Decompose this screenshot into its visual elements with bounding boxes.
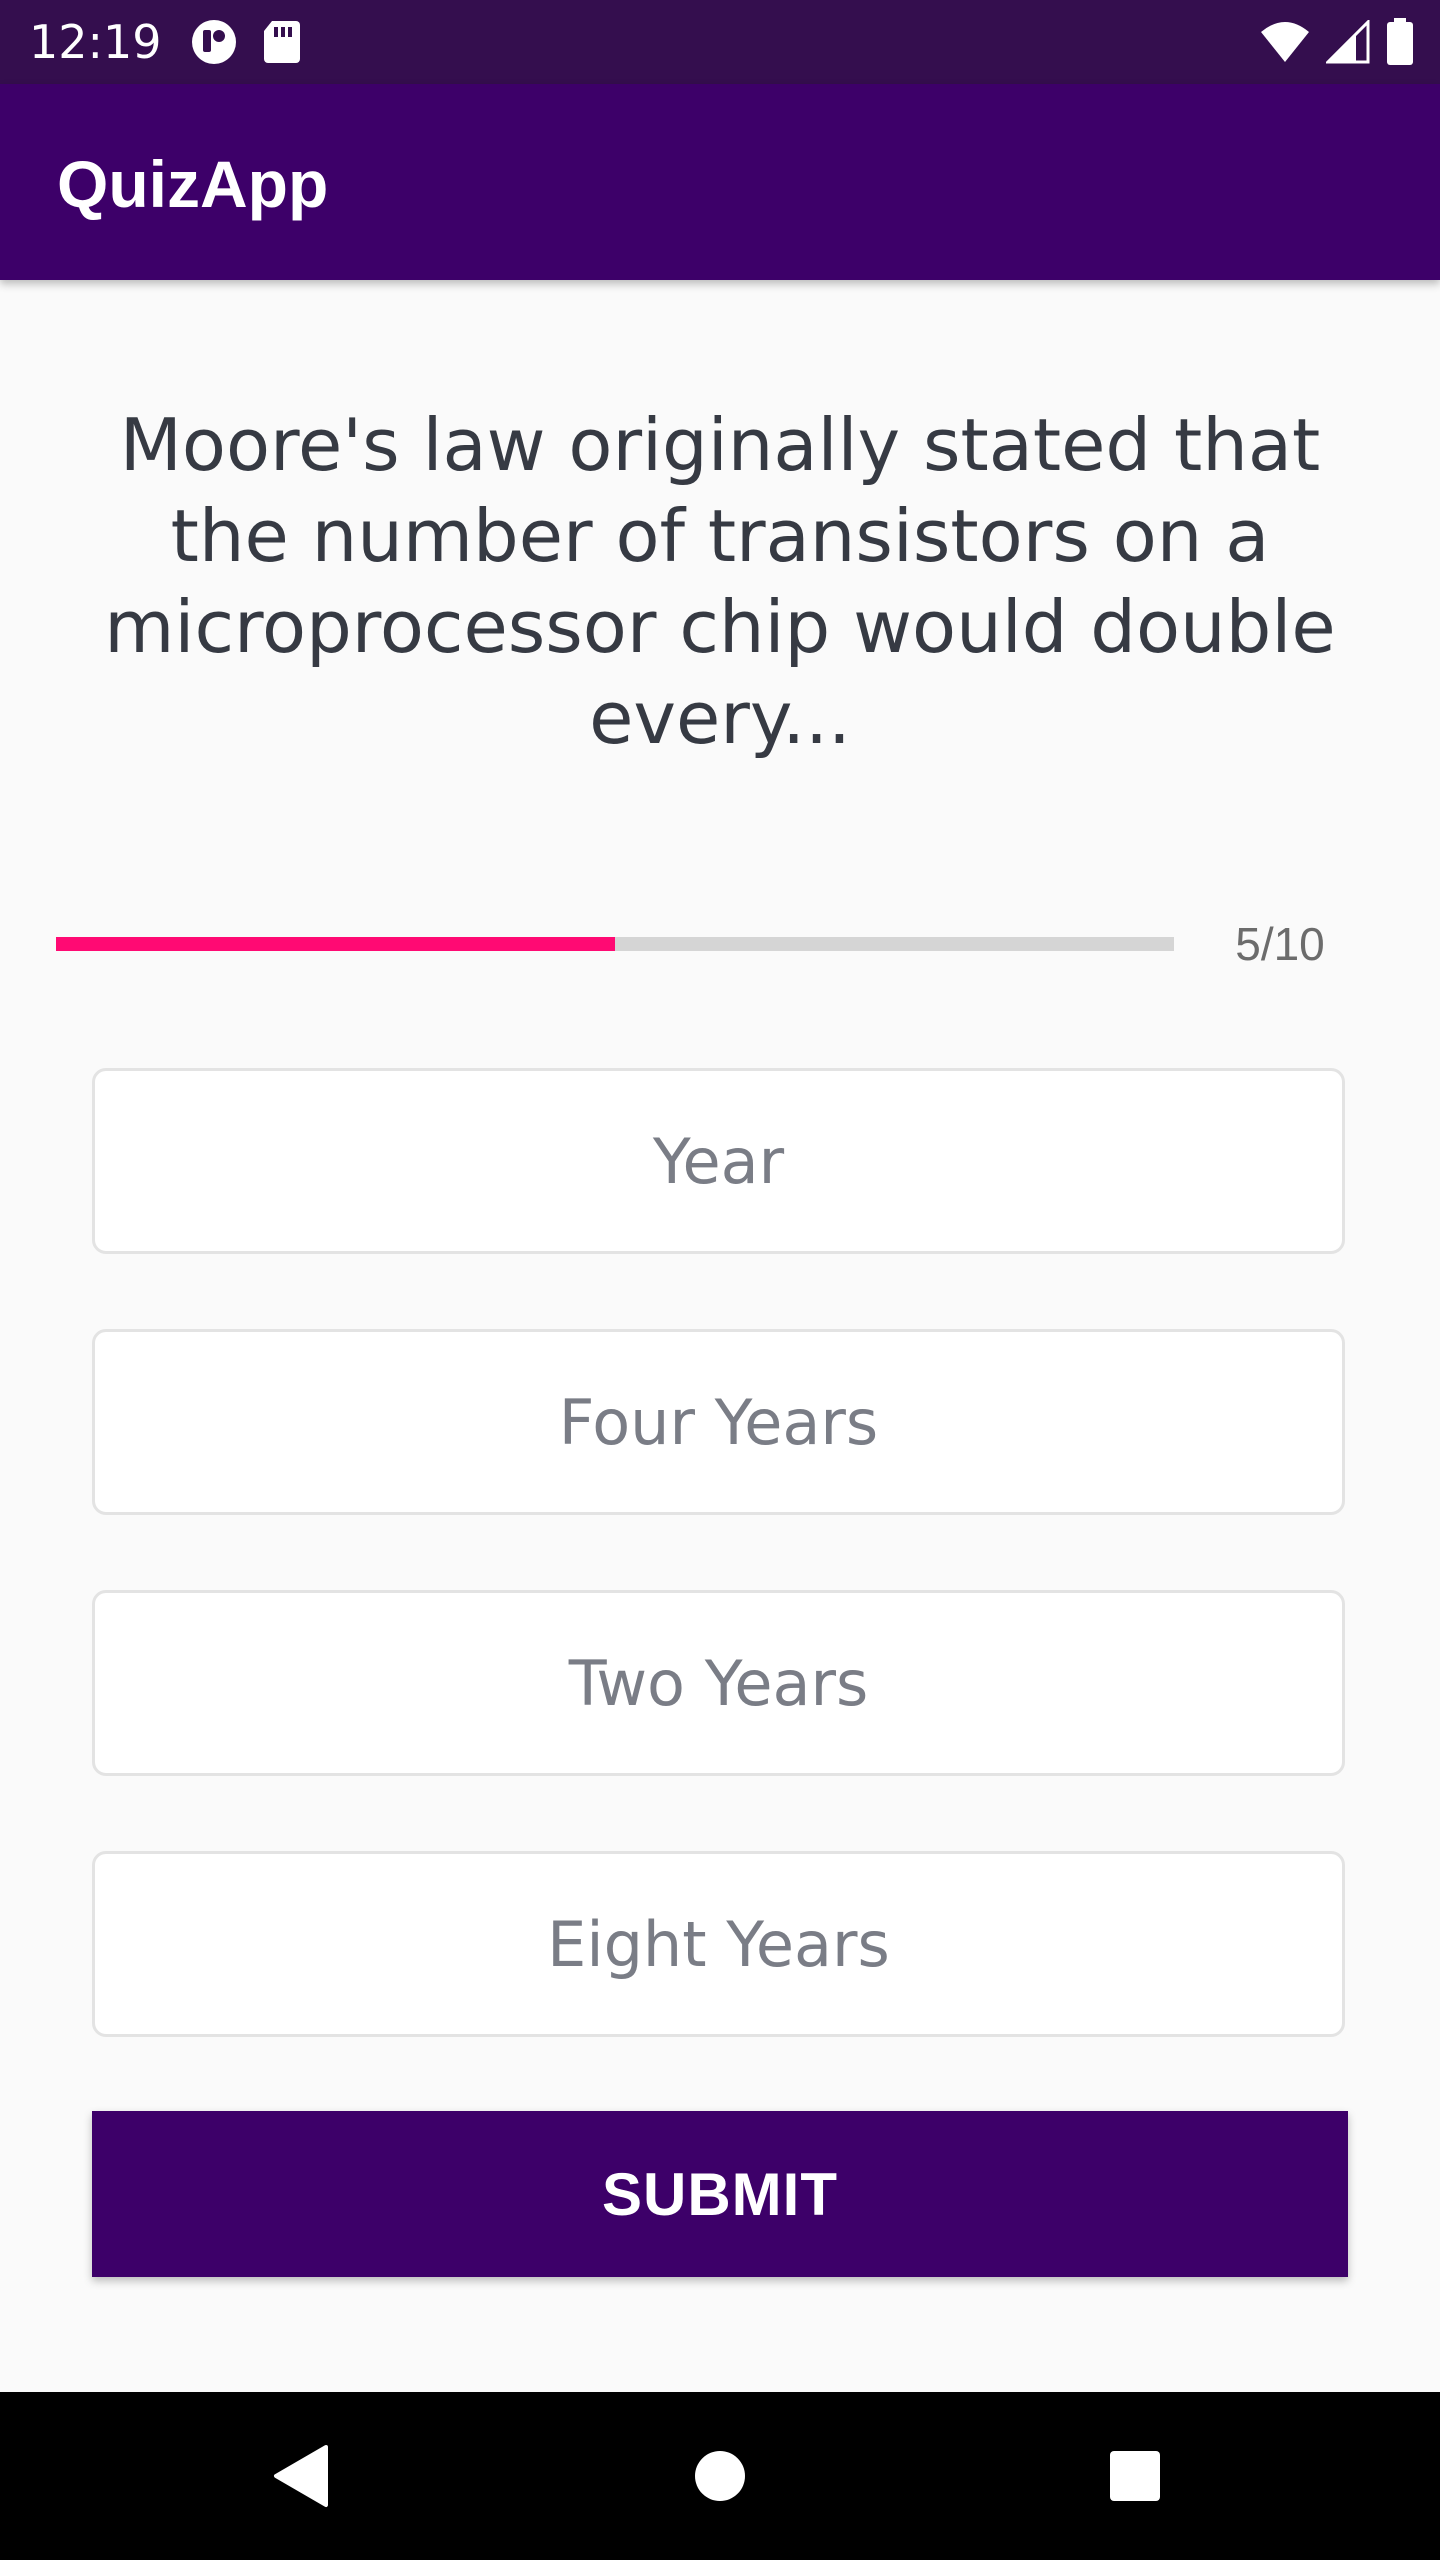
status-left-icons	[190, 18, 302, 71]
option-2[interactable]: Four Years	[92, 1329, 1345, 1515]
option-4[interactable]: Eight Years	[92, 1851, 1345, 2037]
progress-bar	[56, 937, 1174, 951]
back-icon[interactable]	[250, 2426, 350, 2526]
cell-signal-icon	[1324, 18, 1370, 69]
progress-bar-fill	[56, 937, 615, 951]
option-1[interactable]: Year	[92, 1068, 1345, 1254]
progress-label: 5/10	[1235, 918, 1325, 970]
app-bar: QuizApp	[0, 84, 1440, 280]
status-right-icons	[1260, 18, 1414, 71]
navigation-bar	[0, 2392, 1440, 2560]
status-bar: 12:19	[0, 0, 1440, 84]
battery-icon	[1386, 18, 1414, 71]
wifi-icon	[1260, 20, 1310, 69]
sd-card-icon	[262, 19, 302, 70]
home-icon[interactable]	[670, 2426, 770, 2526]
option-3[interactable]: Two Years	[92, 1590, 1345, 1776]
submit-button[interactable]: SUBMIT	[92, 2111, 1348, 2277]
status-time: 12:19	[29, 15, 162, 69]
recents-icon[interactable]	[1085, 2426, 1185, 2526]
notification-app-icon	[190, 18, 238, 71]
question-text: Moore's law originally stated that the n…	[104, 403, 1336, 760]
app-title: QuizApp	[57, 147, 329, 221]
